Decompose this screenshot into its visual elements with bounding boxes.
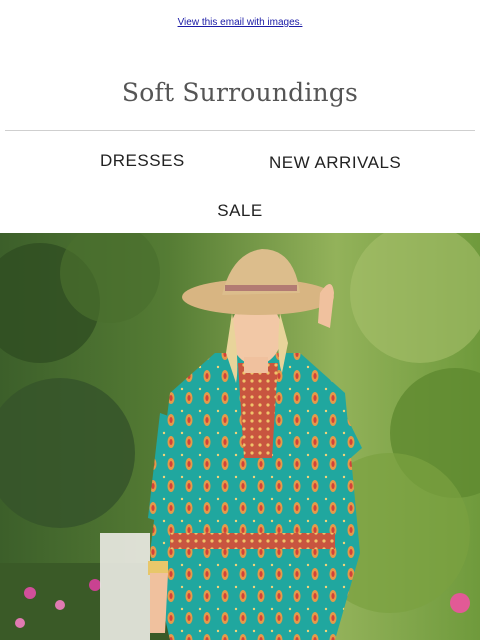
hero-image[interactable] [0,233,480,640]
nav-link-sale[interactable]: SALE [0,201,480,221]
header-divider [5,130,475,131]
nav-link-dresses[interactable]: DRESSES [100,151,185,171]
view-email-with-images-link[interactable]: View this email with images. [0,17,480,28]
hero-photo-illustration [0,233,480,640]
brand-logo[interactable]: Soft Surroundings [0,78,480,107]
nav-link-new-arrivals[interactable]: NEW ARRIVALS [269,153,401,173]
